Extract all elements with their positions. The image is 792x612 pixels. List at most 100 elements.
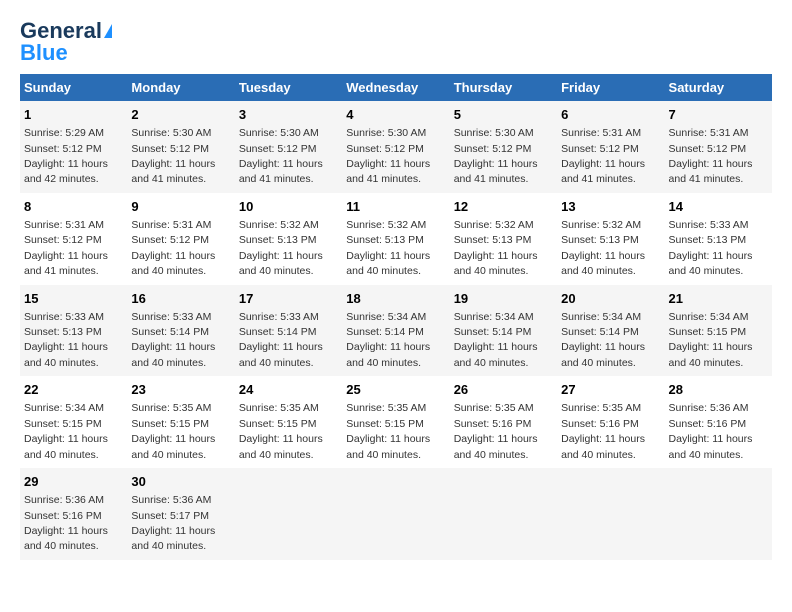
day-info: Sunrise: 5:36 AMSunset: 5:16 PMDaylight:… bbox=[669, 402, 753, 460]
calendar-cell: 17 Sunrise: 5:33 AMSunset: 5:14 PMDayligh… bbox=[235, 285, 342, 377]
day-info: Sunrise: 5:33 AMSunset: 5:14 PMDaylight:… bbox=[239, 311, 323, 369]
day-number: 22 bbox=[24, 381, 123, 399]
calendar-cell: 25 Sunrise: 5:35 AMSunset: 5:15 PMDayligh… bbox=[342, 376, 449, 468]
day-number: 28 bbox=[669, 381, 768, 399]
calendar-cell: 6 Sunrise: 5:31 AMSunset: 5:12 PMDaylight… bbox=[557, 101, 664, 193]
calendar-cell: 3Sunrise: 5:30 AMSunset: 5:12 PMDaylight… bbox=[235, 101, 342, 193]
calendar-cell: 23Sunrise: 5:35 AMSunset: 5:15 PMDayligh… bbox=[127, 376, 234, 468]
day-number: 12 bbox=[454, 198, 553, 216]
day-info: Sunrise: 5:35 AMSunset: 5:15 PMDaylight:… bbox=[346, 402, 430, 460]
calendar-cell: 30 Sunrise: 5:36 AMSunset: 5:17 PMDayligh… bbox=[127, 468, 234, 560]
day-info: Sunrise: 5:30 AMSunset: 5:12 PMDaylight:… bbox=[454, 127, 538, 185]
calendar-week-row: 22 Sunrise: 5:34 AMSunset: 5:15 PMDayligh… bbox=[20, 376, 772, 468]
day-number: 10 bbox=[239, 198, 338, 216]
calendar-cell: 19 Sunrise: 5:34 AMSunset: 5:14 PMDayligh… bbox=[450, 285, 557, 377]
day-info: Sunrise: 5:30 AMSunset: 5:12 PMDaylight:… bbox=[131, 127, 215, 185]
logo-icon bbox=[104, 24, 112, 38]
day-number: 7 bbox=[669, 106, 768, 124]
calendar-cell: 1 Sunrise: 5:29 AMSunset: 5:12 PMDaylight… bbox=[20, 101, 127, 193]
day-number: 25 bbox=[346, 381, 445, 399]
day-number: 3 bbox=[239, 106, 338, 124]
logo: General Blue bbox=[20, 20, 112, 64]
calendar-header-row: SundayMondayTuesdayWednesdayThursdayFrid… bbox=[20, 74, 772, 101]
page-header: General Blue bbox=[20, 20, 772, 64]
column-header-monday: Monday bbox=[127, 74, 234, 101]
calendar-cell: 9 Sunrise: 5:31 AMSunset: 5:12 PMDaylight… bbox=[127, 193, 234, 285]
day-info: Sunrise: 5:35 AMSunset: 5:16 PMDaylight:… bbox=[454, 402, 538, 460]
day-info: Sunrise: 5:33 AMSunset: 5:14 PMDaylight:… bbox=[131, 311, 215, 369]
column-header-sunday: Sunday bbox=[20, 74, 127, 101]
day-number: 20 bbox=[561, 290, 660, 308]
day-info: Sunrise: 5:31 AMSunset: 5:12 PMDaylight:… bbox=[24, 219, 108, 277]
day-number: 19 bbox=[454, 290, 553, 308]
day-number: 14 bbox=[669, 198, 768, 216]
day-info: Sunrise: 5:34 AMSunset: 5:15 PMDaylight:… bbox=[24, 402, 108, 460]
day-info: Sunrise: 5:36 AMSunset: 5:17 PMDaylight:… bbox=[131, 494, 215, 552]
day-info: Sunrise: 5:35 AMSunset: 5:15 PMDaylight:… bbox=[239, 402, 323, 460]
calendar-cell: 4 Sunrise: 5:30 AMSunset: 5:12 PMDaylight… bbox=[342, 101, 449, 193]
day-number: 4 bbox=[346, 106, 445, 124]
calendar-cell: 5 Sunrise: 5:30 AMSunset: 5:12 PMDaylight… bbox=[450, 101, 557, 193]
calendar-cell: 11 Sunrise: 5:32 AMSunset: 5:13 PMDayligh… bbox=[342, 193, 449, 285]
calendar-cell: 10 Sunrise: 5:32 AMSunset: 5:13 PMDayligh… bbox=[235, 193, 342, 285]
calendar-cell: 8 Sunrise: 5:31 AMSunset: 5:12 PMDaylight… bbox=[20, 193, 127, 285]
calendar-cell bbox=[450, 468, 557, 560]
day-info: Sunrise: 5:30 AMSunset: 5:12 PMDaylight:… bbox=[346, 127, 430, 185]
day-info: Sunrise: 5:32 AMSunset: 5:13 PMDaylight:… bbox=[561, 219, 645, 277]
day-number: 16 bbox=[131, 290, 230, 308]
day-number: 21 bbox=[669, 290, 768, 308]
day-info: Sunrise: 5:36 AMSunset: 5:16 PMDaylight:… bbox=[24, 494, 108, 552]
calendar-cell: 21 Sunrise: 5:34 AMSunset: 5:15 PMDayligh… bbox=[665, 285, 772, 377]
day-number: 1 bbox=[24, 106, 123, 124]
calendar-cell: 29 Sunrise: 5:36 AMSunset: 5:16 PMDayligh… bbox=[20, 468, 127, 560]
calendar-cell: 22 Sunrise: 5:34 AMSunset: 5:15 PMDayligh… bbox=[20, 376, 127, 468]
day-number: 23 bbox=[131, 381, 230, 399]
day-number: 30 bbox=[131, 473, 230, 491]
logo-text-general: General bbox=[20, 20, 102, 42]
column-header-saturday: Saturday bbox=[665, 74, 772, 101]
day-number: 18 bbox=[346, 290, 445, 308]
day-info: Sunrise: 5:29 AMSunset: 5:12 PMDaylight:… bbox=[24, 127, 108, 185]
day-info: Sunrise: 5:34 AMSunset: 5:15 PMDaylight:… bbox=[669, 311, 753, 369]
day-info: Sunrise: 5:31 AMSunset: 5:12 PMDaylight:… bbox=[561, 127, 645, 185]
calendar-cell: 16 Sunrise: 5:33 AMSunset: 5:14 PMDayligh… bbox=[127, 285, 234, 377]
calendar-cell: 14 Sunrise: 5:33 AMSunset: 5:13 PMDayligh… bbox=[665, 193, 772, 285]
day-info: Sunrise: 5:32 AMSunset: 5:13 PMDaylight:… bbox=[346, 219, 430, 277]
calendar-cell: 26 Sunrise: 5:35 AMSunset: 5:16 PMDayligh… bbox=[450, 376, 557, 468]
column-header-tuesday: Tuesday bbox=[235, 74, 342, 101]
day-number: 6 bbox=[561, 106, 660, 124]
day-number: 26 bbox=[454, 381, 553, 399]
day-info: Sunrise: 5:35 AMSunset: 5:16 PMDaylight:… bbox=[561, 402, 645, 460]
calendar-cell: 27 Sunrise: 5:35 AMSunset: 5:16 PMDayligh… bbox=[557, 376, 664, 468]
day-number: 5 bbox=[454, 106, 553, 124]
calendar-week-row: 29 Sunrise: 5:36 AMSunset: 5:16 PMDayligh… bbox=[20, 468, 772, 560]
column-header-friday: Friday bbox=[557, 74, 664, 101]
day-info: Sunrise: 5:34 AMSunset: 5:14 PMDaylight:… bbox=[454, 311, 538, 369]
calendar-cell: 28 Sunrise: 5:36 AMSunset: 5:16 PMDayligh… bbox=[665, 376, 772, 468]
day-number: 24 bbox=[239, 381, 338, 399]
day-info: Sunrise: 5:32 AMSunset: 5:13 PMDaylight:… bbox=[454, 219, 538, 277]
day-number: 27 bbox=[561, 381, 660, 399]
day-info: Sunrise: 5:31 AMSunset: 5:12 PMDaylight:… bbox=[131, 219, 215, 277]
day-info: Sunrise: 5:34 AMSunset: 5:14 PMDaylight:… bbox=[561, 311, 645, 369]
calendar-week-row: 1 Sunrise: 5:29 AMSunset: 5:12 PMDaylight… bbox=[20, 101, 772, 193]
day-info: Sunrise: 5:33 AMSunset: 5:13 PMDaylight:… bbox=[24, 311, 108, 369]
day-number: 17 bbox=[239, 290, 338, 308]
calendar-cell: 13 Sunrise: 5:32 AMSunset: 5:13 PMDayligh… bbox=[557, 193, 664, 285]
calendar-cell: 2Sunrise: 5:30 AMSunset: 5:12 PMDaylight… bbox=[127, 101, 234, 193]
calendar-cell: 20 Sunrise: 5:34 AMSunset: 5:14 PMDayligh… bbox=[557, 285, 664, 377]
column-header-wednesday: Wednesday bbox=[342, 74, 449, 101]
day-number: 11 bbox=[346, 198, 445, 216]
calendar-cell bbox=[342, 468, 449, 560]
day-number: 29 bbox=[24, 473, 123, 491]
calendar-week-row: 8 Sunrise: 5:31 AMSunset: 5:12 PMDaylight… bbox=[20, 193, 772, 285]
day-number: 13 bbox=[561, 198, 660, 216]
calendar-cell: 12 Sunrise: 5:32 AMSunset: 5:13 PMDayligh… bbox=[450, 193, 557, 285]
day-info: Sunrise: 5:31 AMSunset: 5:12 PMDaylight:… bbox=[669, 127, 753, 185]
day-number: 8 bbox=[24, 198, 123, 216]
day-info: Sunrise: 5:32 AMSunset: 5:13 PMDaylight:… bbox=[239, 219, 323, 277]
day-number: 9 bbox=[131, 198, 230, 216]
day-info: Sunrise: 5:33 AMSunset: 5:13 PMDaylight:… bbox=[669, 219, 753, 277]
calendar-cell: 18Sunrise: 5:34 AMSunset: 5:14 PMDayligh… bbox=[342, 285, 449, 377]
calendar-cell bbox=[665, 468, 772, 560]
